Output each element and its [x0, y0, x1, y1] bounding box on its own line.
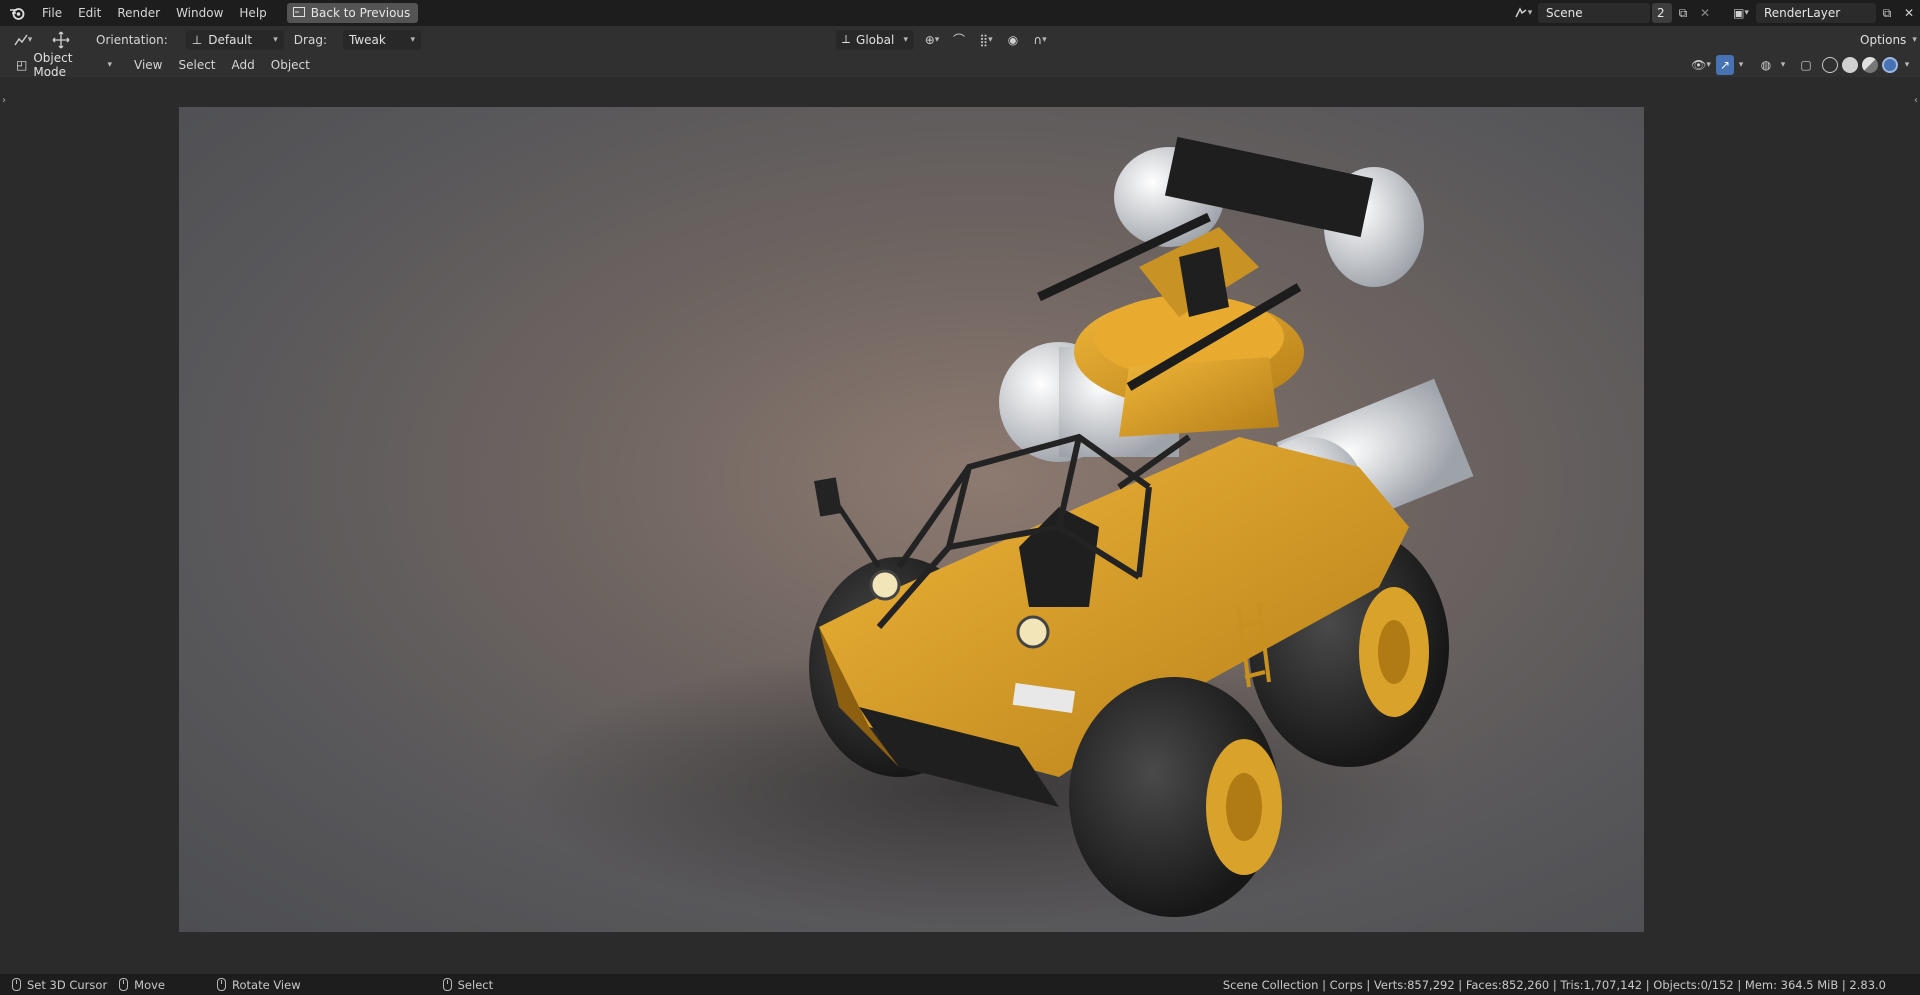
gizmo-toggle-icon[interactable]: ↗: [1716, 55, 1734, 75]
scene-browse-icon[interactable]: ▾: [1508, 3, 1538, 23]
back-to-previous-button[interactable]: Back to Previous: [286, 3, 419, 23]
menu-help[interactable]: Help: [231, 2, 274, 24]
menu-edit[interactable]: Edit: [70, 2, 109, 24]
render-layer-field[interactable]: RenderLayer: [1756, 3, 1876, 23]
chevron-down-icon: ▾: [107, 60, 112, 70]
options-label: Options: [1860, 32, 1907, 47]
xray-toggle-icon[interactable]: ▢: [1796, 55, 1816, 75]
viewport-menu-add[interactable]: Add: [224, 54, 263, 76]
viewport-menu-select[interactable]: Select: [170, 54, 223, 76]
scene-users-count: 2: [1652, 3, 1672, 23]
menu-window[interactable]: Window: [168, 2, 231, 24]
viewport-menu-view[interactable]: View: [126, 54, 170, 76]
status-move-label: Move: [134, 977, 166, 992]
right-mouse-icon: [442, 978, 452, 991]
status-bar: Set 3D Cursor Move Rotate View Select Sc…: [0, 974, 1920, 995]
scene-statistics: Scene Collection | Corps | Verts:857,292…: [1222, 977, 1886, 992]
global-axis-icon: ⟂: [842, 32, 851, 46]
orientation-label: Orientation:: [96, 32, 168, 47]
orientation-axis-icon: ⊥: [191, 32, 203, 47]
3d-viewport[interactable]: › ‹: [0, 77, 1920, 974]
left-mouse-icon: [12, 978, 21, 991]
editor-type-icon[interactable]: ▾: [6, 30, 40, 50]
move-tool-icon[interactable]: [46, 30, 76, 50]
drag-value: Tweak: [348, 32, 386, 47]
object-mode-label: Object Mode: [33, 51, 73, 79]
gizmo-dropdown-icon[interactable]: ▾: [1734, 55, 1748, 75]
menu-file[interactable]: File: [34, 2, 70, 24]
toolbar-expand-arrow-icon[interactable]: ›: [2, 95, 6, 106]
pivot-point-icon[interactable]: ⊕ ▾: [918, 30, 946, 50]
sidebar-expand-arrow-icon[interactable]: ‹: [1914, 95, 1918, 106]
blender-logo-icon[interactable]: [0, 0, 34, 26]
viewport-menu-object[interactable]: Object: [263, 54, 318, 76]
chevron-down-icon: ▾: [410, 34, 415, 45]
view-layer-browse-icon[interactable]: ▣ ▾: [1726, 3, 1756, 23]
new-view-layer-icon[interactable]: ⧉: [1876, 3, 1898, 23]
scene-selector-area: ▾ Scene 2 ⧉ ✕ ▣ ▾ RenderLayer ⧉ ✕: [1508, 0, 1920, 26]
back-button-label: Back to Previous: [310, 6, 411, 20]
status-select-label: Select: [457, 977, 494, 992]
chevron-down-icon: ▾: [1912, 34, 1917, 45]
material-preview-shading-icon[interactable]: [1862, 57, 1878, 73]
proportional-falloff-icon[interactable]: ∩ ▾: [1026, 30, 1054, 50]
object-mode-icon: ◰: [16, 58, 28, 72]
drag-label: Drag:: [293, 32, 327, 47]
menu-render[interactable]: Render: [109, 2, 168, 24]
orientation-value: Default: [208, 32, 253, 47]
overlays-icon[interactable]: ◍: [1756, 55, 1776, 75]
chevron-down-icon: ▾: [903, 34, 908, 45]
render-preview-image: [179, 107, 1644, 932]
snap-target-icon[interactable]: ⣿ ▾: [972, 30, 1000, 50]
shading-dropdown-icon[interactable]: ▾: [1900, 55, 1914, 75]
top-bar: File Edit Render Window Help Back to Pre…: [0, 0, 1920, 26]
snap-toggle-icon[interactable]: ⌒: [950, 30, 968, 50]
viewport-header: ◰ Object Mode ▾ View Select Add Object 👁…: [0, 51, 1920, 79]
drag-dropdown[interactable]: Tweak ▾: [342, 29, 421, 50]
visibility-eye-icon[interactable]: 👁 ▾: [1686, 55, 1716, 75]
chevron-down-icon: ▾: [273, 34, 278, 45]
transform-orientation-value: Global: [856, 32, 895, 47]
solid-shading-icon[interactable]: [1842, 57, 1858, 73]
middle-mouse-icon: [217, 978, 227, 991]
delete-scene-icon[interactable]: ✕: [1694, 3, 1716, 23]
proportional-edit-icon[interactable]: ◉: [1004, 30, 1022, 50]
overlays-dropdown-icon[interactable]: ▾: [1776, 55, 1790, 75]
status-select: Select: [442, 977, 494, 992]
status-rotate-view-label: Rotate View: [232, 977, 301, 992]
middle-mouse-icon: [119, 978, 129, 991]
wireframe-shading-icon[interactable]: [1822, 57, 1838, 73]
screen-icon: [292, 6, 305, 20]
status-rotate-view: Rotate View: [217, 978, 301, 992]
status-set-cursor: Set 3D Cursor: [12, 978, 107, 992]
status-move: Move: [119, 978, 165, 992]
scene-name-field[interactable]: Scene: [1538, 3, 1650, 23]
vehicle-render: [519, 136, 1474, 927]
orientation-dropdown[interactable]: ⊥ Default ▾: [185, 29, 284, 50]
transform-orientation-dropdown[interactable]: ⟂ Global ▾: [836, 29, 914, 50]
new-scene-icon[interactable]: ⧉: [1672, 3, 1694, 23]
delete-view-layer-icon[interactable]: ✕: [1898, 3, 1920, 23]
status-set-cursor-label: Set 3D Cursor: [27, 977, 108, 992]
object-mode-dropdown[interactable]: ◰ Object Mode ▾: [10, 51, 118, 79]
rendered-shading-icon[interactable]: [1882, 57, 1898, 73]
options-dropdown[interactable]: Options ▾: [1854, 29, 1917, 50]
tool-settings-header: ▾ Orientation: ⊥ Default ▾ Drag: Tweak ▾…: [0, 26, 1920, 53]
